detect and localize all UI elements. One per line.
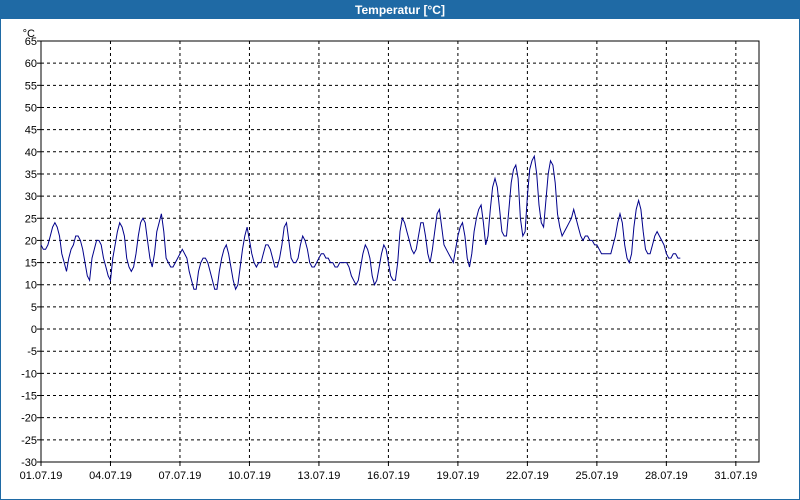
- y-axis-label: °C: [23, 28, 35, 40]
- y-tick-label: 45: [25, 125, 37, 137]
- x-tick-label: 13.07.19: [298, 470, 341, 482]
- y-tick-label: 40: [25, 147, 37, 159]
- x-tick-label: 04.07.19: [89, 470, 132, 482]
- y-tick-label: 35: [25, 169, 37, 181]
- x-tick-label: 01.07.19: [20, 470, 63, 482]
- x-tick-label: 31.07.19: [714, 470, 757, 482]
- y-tick-label: -25: [21, 435, 37, 447]
- y-tick-label: -20: [21, 413, 37, 425]
- x-tick-label: 22.07.19: [506, 470, 549, 482]
- y-tick-label: 30: [25, 191, 37, 203]
- y-tick-label: 55: [25, 80, 37, 92]
- y-tick-label: 60: [25, 58, 37, 70]
- y-tick-label: -15: [21, 391, 37, 403]
- y-tick-label: 10: [25, 280, 37, 292]
- x-tick-label: 07.07.19: [159, 470, 202, 482]
- y-tick-label: -5: [27, 346, 37, 358]
- y-tick-label: -30: [21, 457, 37, 469]
- x-tick-label: 10.07.19: [228, 470, 271, 482]
- x-tick-label: 19.07.19: [436, 470, 479, 482]
- y-tick-label: 50: [25, 102, 37, 114]
- x-tick-label: 28.07.19: [645, 470, 688, 482]
- y-tick-label: -10: [21, 368, 37, 380]
- window-title: Temperatur [°C]: [1, 1, 799, 19]
- y-tick-label: 0: [31, 324, 37, 336]
- y-tick-label: 25: [25, 213, 37, 225]
- chart-window: Temperatur [°C] 65 60 55 50 45 40 35 30 25 20 15 10…: [0, 0, 800, 500]
- temperature-chart: 65605550454035302520151050-5-10-15-20-25…: [20, 28, 760, 482]
- y-tick-label: 5: [31, 302, 37, 314]
- x-tick-label: 25.07.19: [575, 470, 618, 482]
- y-tick-label: 20: [25, 235, 37, 247]
- x-tick-label: 16.07.19: [367, 470, 410, 482]
- y-tick-label: 15: [25, 258, 37, 270]
